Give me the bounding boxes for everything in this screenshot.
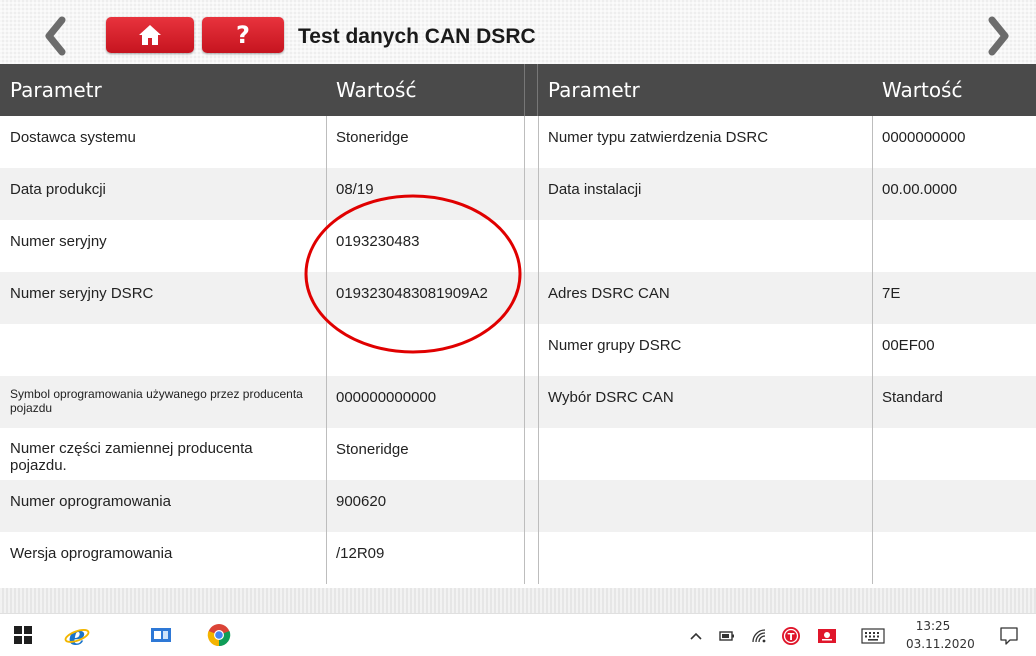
column-header-wartosc-left: Wartość bbox=[326, 64, 524, 116]
parameter-value: /12R09 bbox=[336, 545, 385, 562]
table-row: Symbol oprogramowania używanego przez pr… bbox=[0, 376, 1036, 428]
parameter-name: Adres DSRC CAN bbox=[548, 285, 670, 302]
svg-text:T: T bbox=[788, 632, 795, 643]
help-button-label: ? bbox=[236, 21, 250, 49]
column-divider bbox=[538, 116, 539, 584]
bottom-toolbar-strip bbox=[0, 588, 1036, 613]
chevron-up-icon bbox=[690, 632, 702, 640]
parameter-value: Stoneridge bbox=[336, 129, 409, 146]
svg-text:e: e bbox=[69, 621, 86, 649]
show-hidden-icons-button[interactable] bbox=[688, 626, 704, 646]
top-toolbar: ? Test danych CAN DSRC bbox=[0, 0, 1036, 64]
red-t-app-icon: T bbox=[782, 627, 800, 645]
parameter-name bbox=[538, 480, 872, 532]
column-header-wartosc-right: Wartość bbox=[872, 64, 1036, 116]
chevron-left-icon bbox=[45, 16, 66, 56]
page-title: Test danych CAN DSRC bbox=[298, 25, 536, 48]
parameter-name bbox=[538, 532, 872, 584]
parameter-value bbox=[872, 532, 1036, 584]
forward-button[interactable] bbox=[984, 16, 1014, 56]
clock-time: 13:25 bbox=[915, 619, 951, 633]
file-explorer-icon bbox=[151, 628, 171, 642]
parameter-name bbox=[538, 428, 872, 480]
parameter-value bbox=[872, 220, 1036, 272]
red-app-icon bbox=[818, 629, 836, 643]
parameter-value bbox=[872, 428, 1036, 480]
parameter-name: Wybór DSRC CAN bbox=[548, 389, 674, 406]
parameter-name: Numer seryjny bbox=[10, 233, 107, 250]
parameter-value: 0000000000 bbox=[882, 129, 966, 146]
table-row: Numer części zamiennej producenta pojazd… bbox=[0, 428, 1036, 480]
table-column-separator bbox=[524, 64, 538, 116]
parameter-name: Wersja oprogramowania bbox=[10, 545, 173, 562]
column-header-parametr-left: Parametr bbox=[0, 64, 326, 116]
tray-app-t[interactable]: T bbox=[780, 626, 802, 646]
parameter-name: Numer oprogramowania bbox=[10, 493, 171, 510]
internet-explorer-icon: e bbox=[64, 621, 90, 649]
wifi-icon bbox=[752, 629, 766, 643]
chevron-right-icon bbox=[988, 16, 1009, 56]
parameter-name bbox=[0, 324, 326, 376]
clock-date: 03.11.2020 bbox=[906, 637, 975, 651]
parameter-value: Standard bbox=[882, 389, 943, 406]
parameter-value: 900620 bbox=[336, 493, 387, 510]
battery-icon bbox=[719, 631, 734, 641]
red-annotation-circle bbox=[304, 194, 522, 354]
action-center-button[interactable] bbox=[998, 626, 1020, 646]
network-indicator[interactable] bbox=[750, 626, 768, 646]
parameter-value: Stoneridge bbox=[336, 441, 409, 458]
parameter-name: Dostawca systemu bbox=[10, 129, 136, 146]
parameter-name: Data produkcji bbox=[10, 181, 106, 198]
parameter-value bbox=[872, 480, 1036, 532]
parameter-name: Symbol oprogramowania używanego przez pr… bbox=[10, 387, 303, 415]
parameter-value: 00.00.0000 bbox=[882, 181, 958, 198]
windows-start-icon bbox=[14, 626, 32, 644]
parameter-value: 00EF00 bbox=[882, 337, 935, 354]
table-row: Dostawca systemu Stoneridge Numer typu z… bbox=[0, 116, 1036, 168]
parameter-name: Numer typu zatwierdzenia DSRC bbox=[548, 129, 769, 146]
system-clock[interactable]: 13:25 03.11.2020 bbox=[906, 617, 975, 653]
keyboard-icon bbox=[861, 628, 885, 644]
parameter-name: Numer seryjny DSRC bbox=[10, 285, 154, 302]
parameter-name bbox=[538, 220, 872, 272]
parameter-value: 000000000000 bbox=[336, 389, 437, 406]
chrome-button[interactable] bbox=[206, 622, 232, 648]
parameter-value: 7E bbox=[882, 285, 901, 302]
tray-app-red[interactable] bbox=[816, 626, 838, 646]
table-row: Wersja oprogramowania /12R09 bbox=[0, 532, 1036, 584]
notification-icon bbox=[1000, 627, 1018, 645]
touch-keyboard-button[interactable] bbox=[860, 626, 886, 646]
chrome-icon bbox=[207, 624, 231, 647]
table-row: Numer oprogramowania 900620 bbox=[0, 480, 1036, 532]
internet-explorer-button[interactable]: e bbox=[64, 621, 90, 649]
start-button[interactable] bbox=[10, 622, 36, 648]
windows-taskbar: e T 13:25 03.11.2020 bbox=[0, 613, 1036, 656]
parameter-name: Numer grupy DSRC bbox=[548, 337, 682, 354]
home-button[interactable] bbox=[106, 17, 194, 53]
column-header-parametr-right: Parametr bbox=[538, 64, 872, 116]
battery-indicator[interactable] bbox=[718, 626, 736, 646]
help-button[interactable]: ? bbox=[202, 17, 284, 53]
column-divider bbox=[872, 116, 873, 584]
parameter-name: Data instalacji bbox=[548, 181, 642, 198]
back-button[interactable] bbox=[40, 16, 70, 56]
parameter-name: Numer części zamiennej producenta pojazd… bbox=[10, 440, 253, 475]
home-icon bbox=[139, 25, 161, 45]
file-explorer-button[interactable] bbox=[148, 622, 174, 648]
